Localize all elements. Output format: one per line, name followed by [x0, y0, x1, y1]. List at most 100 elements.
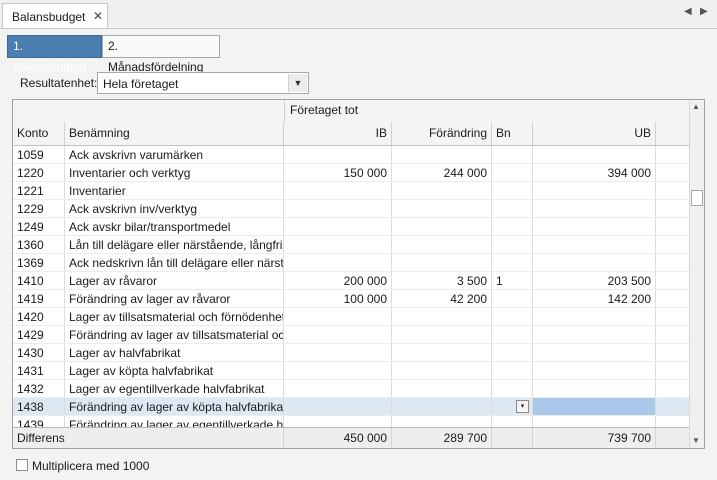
- cell-ib[interactable]: [284, 182, 392, 199]
- cell-bn[interactable]: [492, 182, 533, 199]
- table-row[interactable]: 1430 Lager av halvfabrikat: [13, 344, 689, 362]
- table-row[interactable]: 1229 Ack avskrivn inv/verktyg: [13, 200, 689, 218]
- table-row[interactable]: 1220 Inventarier och verktyg 150 000 244 00…: [13, 164, 689, 182]
- cell-ub[interactable]: [533, 398, 656, 415]
- cell-forandring[interactable]: [392, 344, 492, 361]
- table-row[interactable]: 1431 Lager av köpta halvfabrikat: [13, 362, 689, 380]
- cell-benamning[interactable]: Förändring av lager av tillsatsmaterial …: [65, 326, 284, 343]
- cell-bn[interactable]: [492, 200, 533, 217]
- cell-konto[interactable]: 1410: [13, 272, 65, 289]
- table-row[interactable]: 1432 Lager av egentillverkade halvfabrika…: [13, 380, 689, 398]
- cell-forandring[interactable]: [392, 326, 492, 343]
- table-row[interactable]: 1419 Förändring av lager av råvaror 100 00…: [13, 290, 689, 308]
- cell-konto[interactable]: 1360: [13, 236, 65, 253]
- cell-ib[interactable]: 150 000: [284, 164, 392, 181]
- cell-benamning[interactable]: Lager av råvaror: [65, 272, 284, 289]
- cell-ub[interactable]: [533, 146, 656, 163]
- cell-forandring[interactable]: 42 200: [392, 290, 492, 307]
- cell-konto[interactable]: 1429: [13, 326, 65, 343]
- cell-forandring[interactable]: [392, 200, 492, 217]
- cell-ib[interactable]: [284, 254, 392, 271]
- cell-benamning[interactable]: Ack avskrivn inv/verktyg: [65, 200, 284, 217]
- cell-ub[interactable]: [533, 218, 656, 235]
- cell-konto[interactable]: 1220: [13, 164, 65, 181]
- cell-konto[interactable]: 1419: [13, 290, 65, 307]
- cell-forandring[interactable]: [392, 218, 492, 235]
- cell-ib[interactable]: [284, 326, 392, 343]
- cell-ib[interactable]: [284, 362, 392, 379]
- col-header-bn[interactable]: Bn: [492, 122, 533, 145]
- cell-ib[interactable]: [284, 236, 392, 253]
- cell-bn[interactable]: [492, 380, 533, 397]
- cell-ib[interactable]: [284, 344, 392, 361]
- table-row[interactable]: 1420 Lager av tillsatsmaterial och förnöd…: [13, 308, 689, 326]
- cell-ub[interactable]: [533, 182, 656, 199]
- vertical-scrollbar[interactable]: ▲ ▼: [689, 100, 704, 448]
- cell-forandring[interactable]: 244 000: [392, 164, 492, 181]
- cell-bn[interactable]: [492, 164, 533, 181]
- cell-ub[interactable]: [533, 200, 656, 217]
- cell-ub[interactable]: [533, 380, 656, 397]
- table-row[interactable]: 1360 Lån till delägare eller närstående, …: [13, 236, 689, 254]
- cell-bn[interactable]: [492, 290, 533, 307]
- scroll-down-icon[interactable]: ▼: [692, 436, 700, 445]
- cell-ub[interactable]: [533, 308, 656, 325]
- col-header-konto[interactable]: Konto: [13, 122, 65, 145]
- unit-select[interactable]: Hela företaget ▼: [97, 72, 309, 94]
- cell-bn[interactable]: [492, 326, 533, 343]
- cell-forandring[interactable]: [392, 236, 492, 253]
- col-header-ib[interactable]: IB: [284, 122, 392, 145]
- bn-dropdown-icon[interactable]: ▾: [516, 400, 529, 413]
- cell-benamning[interactable]: Inventarier och verktyg: [65, 164, 284, 181]
- tab-scroll-left-icon[interactable]: ◀: [684, 6, 692, 17]
- table-row[interactable]: 1410 Lager av råvaror 200 000 3 500 1 203 500: [13, 272, 689, 290]
- cell-benamning[interactable]: Lager av halvfabrikat: [65, 344, 284, 361]
- col-header-forandring[interactable]: Förändring: [392, 122, 492, 145]
- cell-ib[interactable]: [284, 398, 392, 415]
- table-row[interactable]: 1249 Ack avskr bilar/transportmedel: [13, 218, 689, 236]
- tab-balansbudget[interactable]: Balansbudget ✕: [2, 3, 108, 28]
- cell-benamning[interactable]: Lager av köpta halvfabrikat: [65, 362, 284, 379]
- cell-ub[interactable]: [533, 326, 656, 343]
- close-icon[interactable]: ✕: [93, 9, 103, 23]
- cell-ib[interactable]: [284, 380, 392, 397]
- scroll-up-icon[interactable]: ▲: [692, 102, 700, 111]
- step-balansbudget-button[interactable]: 1. Balansbudget: [7, 35, 102, 74]
- cell-konto[interactable]: 1229: [13, 200, 65, 217]
- cell-ib[interactable]: [284, 146, 392, 163]
- cell-forandring[interactable]: [392, 362, 492, 379]
- cell-ub[interactable]: [533, 344, 656, 361]
- cell-bn[interactable]: [492, 218, 533, 235]
- cell-konto[interactable]: 1438: [13, 398, 65, 415]
- cell-ub[interactable]: [533, 236, 656, 253]
- cell-benamning[interactable]: Lån till delägare eller närstående, lång…: [65, 236, 284, 253]
- cell-benamning[interactable]: Förändring av lager av köpta halvfabrika…: [65, 398, 284, 415]
- cell-benamning[interactable]: Ack avskr bilar/transportmedel: [65, 218, 284, 235]
- cell-bn[interactable]: [492, 146, 533, 163]
- cell-ib[interactable]: 100 000: [284, 290, 392, 307]
- col-header-ub[interactable]: UB: [533, 122, 656, 145]
- cell-forandring[interactable]: [392, 182, 492, 199]
- cell-konto[interactable]: 1369: [13, 254, 65, 271]
- cell-benamning[interactable]: Lager av tillsatsmaterial och förnödenhe…: [65, 308, 284, 325]
- cell-forandring[interactable]: [392, 146, 492, 163]
- cell-benamning[interactable]: Förändring av lager av råvaror: [65, 290, 284, 307]
- chevron-down-icon[interactable]: ▼: [288, 74, 307, 92]
- cell-konto[interactable]: 1431: [13, 362, 65, 379]
- cell-benamning[interactable]: Lager av egentillverkade halvfabrikat: [65, 380, 284, 397]
- cell-ub[interactable]: 203 500: [533, 272, 656, 289]
- cell-benamning[interactable]: Ack avskrivn varumärken: [65, 146, 284, 163]
- cell-bn[interactable]: [492, 308, 533, 325]
- cell-forandring[interactable]: [392, 308, 492, 325]
- table-row[interactable]: 1221 Inventarier: [13, 182, 689, 200]
- table-row[interactable]: 1429 Förändring av lager av tillsatsmater…: [13, 326, 689, 344]
- cell-konto[interactable]: 1420: [13, 308, 65, 325]
- cell-ub[interactable]: [533, 362, 656, 379]
- cell-konto[interactable]: 1432: [13, 380, 65, 397]
- step-manadsfordelning-button[interactable]: 2. Månadsfördelning: [102, 35, 220, 74]
- cell-bn[interactable]: [492, 344, 533, 361]
- cell-forandring[interactable]: [392, 380, 492, 397]
- cell-forandring[interactable]: 3 500: [392, 272, 492, 289]
- cell-benamning[interactable]: Inventarier: [65, 182, 284, 199]
- cell-ub[interactable]: [533, 254, 656, 271]
